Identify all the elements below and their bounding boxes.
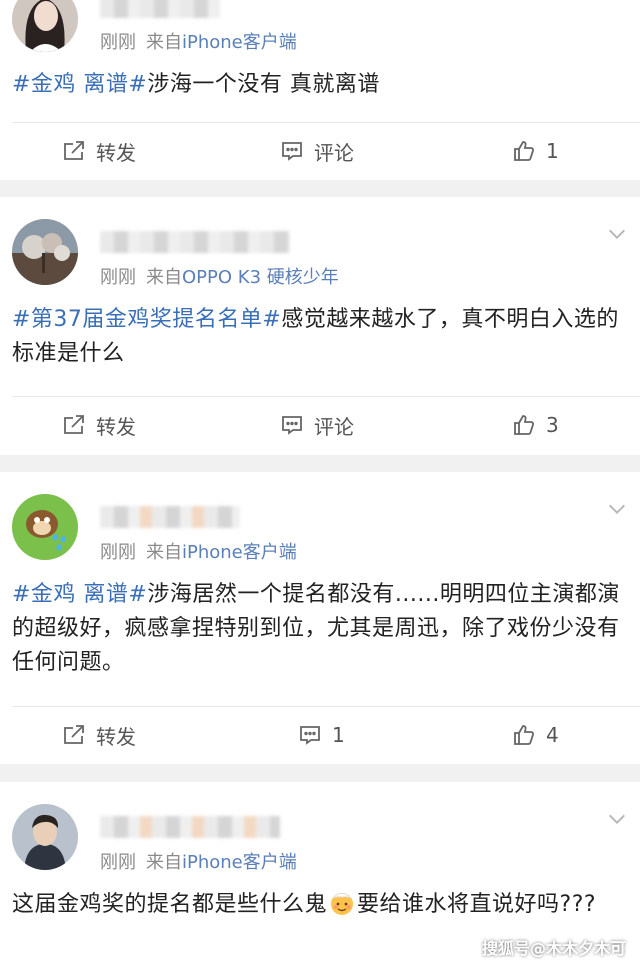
post-time: 刚刚: [100, 542, 136, 563]
repost-button[interactable]: 转发: [62, 123, 136, 179]
hashtag[interactable]: #第37届金鸡奖提名名单#: [12, 307, 281, 332]
like-count: 1: [546, 139, 559, 163]
thumbs-up-icon: [514, 141, 534, 161]
repost-label: 转发: [96, 724, 136, 749]
chevron-down-icon[interactable]: [606, 498, 628, 520]
post-content: #第37届金鸡奖提名名单#感觉越来越水了，真不明白入选的标准是什么: [12, 303, 624, 371]
comment-button[interactable]: 1: [298, 707, 345, 763]
comment-button[interactable]: 评论: [280, 123, 354, 179]
share-icon: [64, 141, 84, 160]
chevron-down-icon[interactable]: [606, 808, 628, 830]
repost-button[interactable]: 转发: [62, 707, 136, 763]
thumbs-up-icon: [514, 725, 534, 745]
username-blurred[interactable]: [100, 231, 290, 253]
post-content: #金鸡 离谱#涉海居然一个提名都没有......明明四位主演都演的超级好，疯感拿…: [12, 578, 624, 680]
source-prefix: 来自: [146, 542, 182, 563]
repost-button[interactable]: 转发: [62, 397, 136, 453]
source-prefix: 来自: [146, 32, 182, 53]
hashtag[interactable]: #金鸡 离谱#: [12, 72, 147, 97]
username-blurred[interactable]: [100, 816, 280, 838]
post-text: 这届金鸡奖的提名都是些什么鬼: [12, 892, 328, 917]
share-icon: [64, 725, 84, 744]
post-content: #金鸡 离谱#涉海一个没有 真就离谱: [12, 68, 624, 102]
post-time: 刚刚: [100, 267, 136, 288]
comment-icon: [300, 726, 320, 745]
avatar[interactable]: [12, 0, 78, 52]
like-count: 4: [546, 723, 559, 747]
post-card: 刚刚 来自OPPO K3 硬核少年 #第37届金鸡奖提名名单#感觉越来越水了，真不…: [0, 197, 640, 455]
thumbs-up-icon: [514, 415, 534, 435]
repost-label: 转发: [96, 140, 136, 165]
repost-label: 转发: [96, 414, 136, 439]
post-text: 涉海一个没有 真就离谱: [147, 72, 380, 97]
post-text: 要给谁水将直说好吗???: [357, 892, 597, 917]
source-prefix: 来自: [146, 267, 182, 288]
username-blurred[interactable]: [100, 0, 220, 18]
post-time: 刚刚: [100, 32, 136, 53]
post-source[interactable]: iPhone客户端: [182, 542, 297, 563]
post-meta: 刚刚 来自OPPO K3 硬核少年: [100, 263, 339, 289]
comment-icon: [282, 416, 302, 435]
post-source[interactable]: iPhone客户端: [182, 32, 297, 53]
post-source[interactable]: OPPO K3 硬核少年: [182, 267, 339, 288]
hashtag[interactable]: #金鸡 离谱#: [12, 582, 147, 607]
comment-count: 1: [332, 723, 345, 747]
share-icon: [64, 415, 84, 434]
like-button[interactable]: 4: [512, 707, 559, 763]
like-count: 3: [546, 413, 559, 437]
avatar[interactable]: [12, 219, 78, 285]
hot-face-emoji: [329, 890, 355, 927]
comment-label: 评论: [314, 140, 354, 165]
post-card: 刚刚 来自iPhone客户端 #金鸡 离谱#涉海一个没有 真就离谱 转发 评论 1: [0, 0, 640, 180]
avatar[interactable]: [12, 494, 78, 560]
watermark: 搜狐号@木木夕木可: [481, 939, 626, 958]
username-blurred[interactable]: [100, 506, 240, 528]
source-prefix: 来自: [146, 852, 182, 873]
comment-label: 评论: [314, 414, 354, 439]
action-bar: 转发 1 4: [0, 707, 640, 763]
comment-icon: [282, 142, 302, 161]
post-card: 刚刚 来自iPhone客户端 #金鸡 离谱#涉海居然一个提名都没有......明明…: [0, 472, 640, 764]
post-meta: 刚刚 来自iPhone客户端: [100, 538, 297, 564]
post-meta: 刚刚 来自iPhone客户端: [100, 848, 297, 874]
like-button[interactable]: 3: [512, 397, 559, 453]
post-content: 这届金鸡奖的提名都是些什么鬼 要给谁水将直说好吗???: [12, 888, 624, 927]
avatar[interactable]: [12, 804, 78, 870]
post-source[interactable]: iPhone客户端: [182, 852, 297, 873]
action-bar: 转发 评论 3: [0, 397, 640, 453]
post-meta: 刚刚 来自iPhone客户端: [100, 28, 297, 54]
chevron-down-icon[interactable]: [606, 223, 628, 245]
like-button[interactable]: 1: [512, 123, 559, 179]
post-time: 刚刚: [100, 852, 136, 873]
comment-button[interactable]: 评论: [280, 397, 354, 453]
action-bar: 转发 评论 1: [0, 123, 640, 179]
